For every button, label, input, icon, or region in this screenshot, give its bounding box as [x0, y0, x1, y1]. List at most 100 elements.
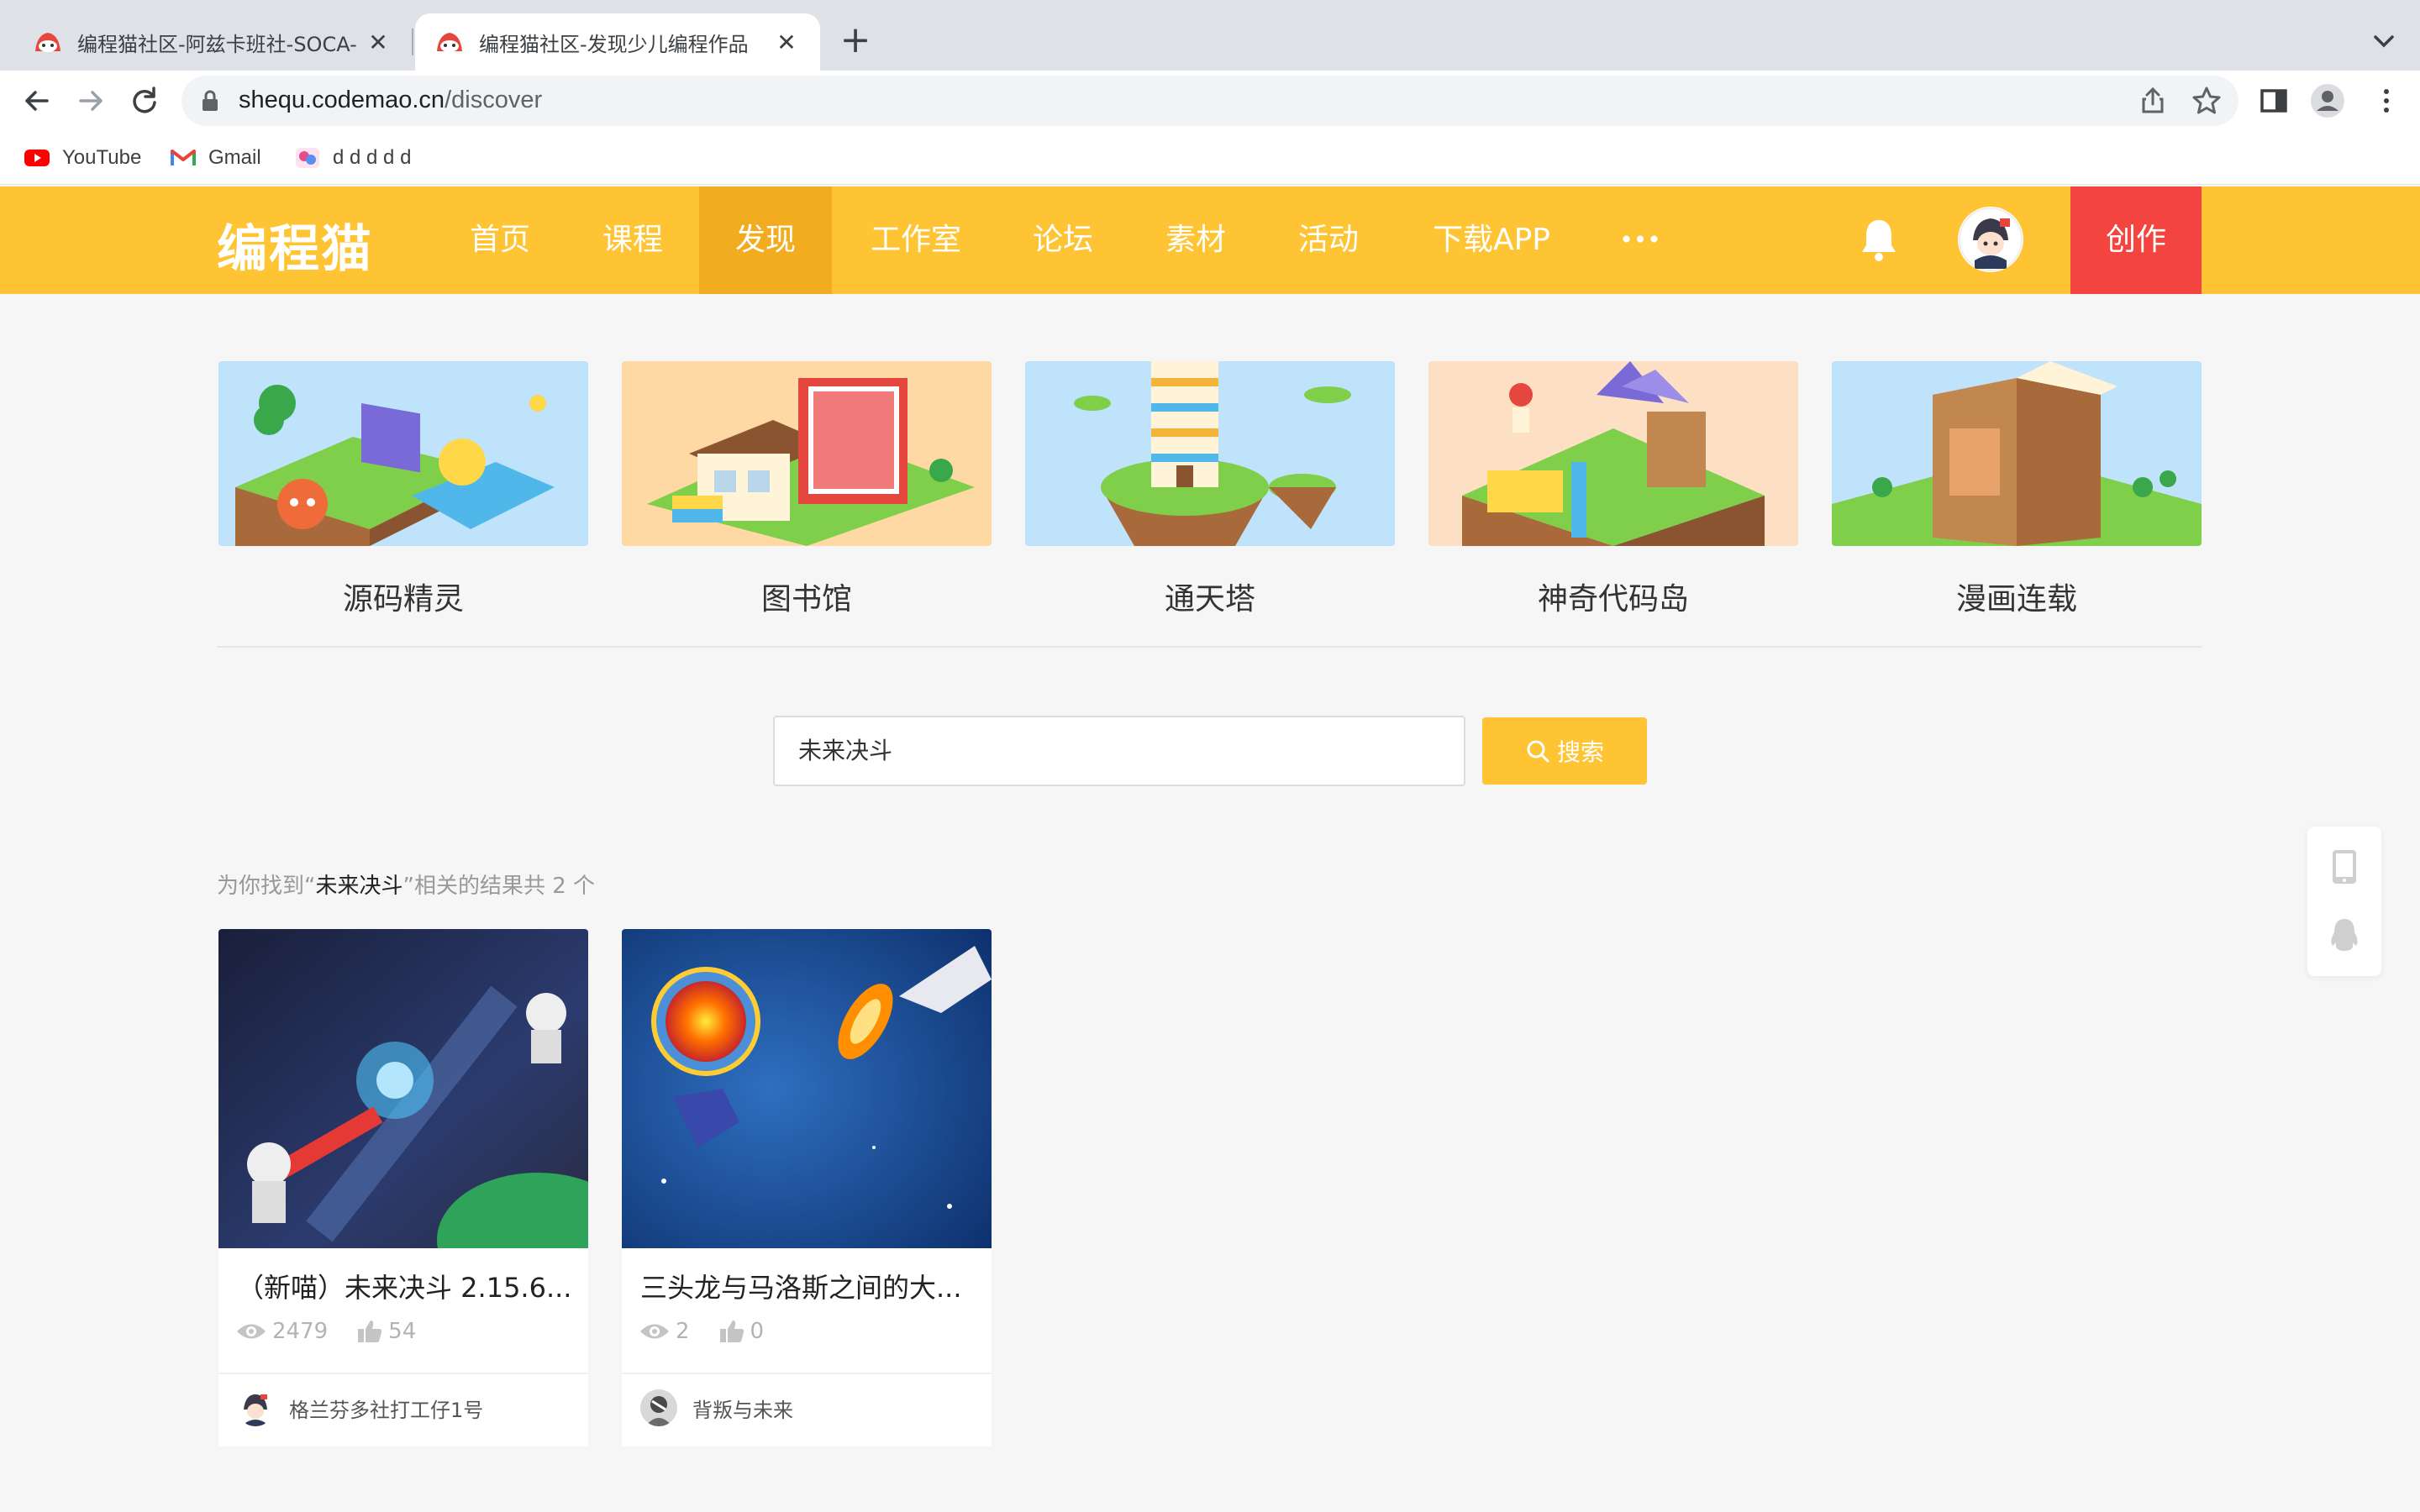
nav-materials[interactable]: 素材 — [1141, 186, 1250, 294]
forward-arrow-icon[interactable] — [69, 79, 113, 123]
bookmark-gmail[interactable]: Gmail — [170, 143, 261, 173]
work-card[interactable]: 三头龙与马洛斯之间的大... 2 0 背叛与未来 — [622, 929, 992, 1446]
share-icon[interactable] — [2136, 84, 2170, 118]
feature-label: 漫画连载 — [1955, 582, 2077, 617]
nav-events[interactable]: 活动 — [1274, 186, 1383, 294]
avatar-image-icon — [640, 1389, 677, 1426]
author-name: 背叛与未来 — [692, 1398, 793, 1422]
codemao-favicon-icon — [437, 33, 462, 52]
tablet-download-icon[interactable] — [2328, 848, 2361, 885]
back-arrow-icon[interactable] — [15, 79, 59, 123]
code-island-illustration-icon — [1428, 361, 1798, 546]
tab-title: 编程猫社区-发现少儿编程作品 — [479, 32, 749, 56]
new-tab-button[interactable]: + — [837, 18, 874, 66]
search-button[interactable]: 搜索 — [1482, 717, 1647, 785]
result-suffix: ”相关的结果共 2 个 — [402, 874, 596, 899]
view-count: 2 — [676, 1319, 690, 1344]
browser-tab[interactable]: 编程猫社区-阿兹卡班社-SOCA- ✕ — [13, 13, 412, 71]
author-avatar[interactable] — [237, 1389, 274, 1426]
qq-penguin-icon[interactable] — [2328, 917, 2361, 954]
address-bar[interactable]: shequ.codemao.cn/discover — [182, 76, 2238, 126]
feature-label: 源码精灵 — [342, 582, 464, 617]
nav-more-icon[interactable]: ••• — [1607, 186, 1674, 294]
nav-home[interactable]: 首页 — [445, 186, 555, 294]
work-thumbnail-dragon-battle — [622, 929, 992, 1248]
avatar-image-icon — [1959, 207, 2023, 271]
work-title[interactable]: （新喵）未来决斗 2.15.6... — [237, 1267, 573, 1305]
bookmark-label: Gmail — [208, 146, 261, 169]
browser-toolbar: shequ.codemao.cn/discover — [0, 71, 2420, 131]
result-count-text: 为你找到“未来决斗”相关的结果共 2 个 — [217, 869, 595, 900]
browser-tab-bar: 编程猫社区-阿兹卡班社-SOCA- ✕ 编程猫社区-发现少儿编程作品 ✕ + — [0, 0, 2420, 71]
bookmark-label: YouTube — [62, 146, 142, 169]
tab-separator — [412, 29, 413, 55]
lock-icon[interactable] — [200, 90, 220, 112]
feature-card-library[interactable]: 图书馆 — [622, 361, 992, 618]
work-card[interactable]: （新喵）未来决斗 2.15.6... 2479 54 格兰芬多社打工仔1号 — [218, 929, 588, 1446]
youtube-icon — [24, 150, 50, 166]
card-separator — [622, 1373, 992, 1374]
close-tab-icon[interactable]: ✕ — [773, 29, 800, 56]
work-thumbnail-future-duel — [218, 929, 588, 1307]
feature-card-code-island[interactable]: 神奇代码岛 — [1428, 361, 1798, 618]
comics-illustration-icon — [1832, 361, 2202, 546]
feature-card-tower[interactable]: 通天塔 — [1025, 361, 1395, 618]
nav-studio[interactable]: 工作室 — [849, 186, 983, 294]
thumbs-up-icon — [719, 1320, 744, 1342]
browser-tab-active[interactable]: 编程猫社区-发现少儿编程作品 ✕ — [415, 13, 820, 71]
work-stats: 2 0 — [639, 1319, 764, 1344]
reload-icon[interactable] — [123, 79, 166, 123]
view-count: 2479 — [272, 1319, 329, 1344]
feature-card-comics[interactable]: 漫画连载 — [1832, 361, 2202, 618]
url-host: shequ.codemao.cn — [239, 87, 445, 113]
author-name: 格兰芬多社打工仔1号 — [289, 1398, 484, 1422]
floating-toolbar — [2307, 827, 2381, 976]
bookmark-app[interactable]: d d d d d — [294, 143, 411, 173]
like-count: 0 — [750, 1319, 765, 1344]
profile-avatar-icon[interactable] — [2309, 82, 2346, 119]
feature-label: 神奇代码岛 — [1537, 582, 1689, 617]
bookmark-youtube[interactable]: YouTube — [24, 143, 141, 173]
url-text[interactable]: shequ.codemao.cn/discover — [239, 87, 542, 114]
url-path: /discover — [445, 87, 543, 113]
nav-forum[interactable]: 论坛 — [1008, 186, 1118, 294]
result-prefix: 为你找到“ — [217, 874, 316, 899]
nav-discover[interactable]: 发现 — [699, 186, 832, 294]
author-avatar[interactable] — [640, 1389, 677, 1426]
thumbs-up-icon — [358, 1320, 382, 1342]
nav-courses[interactable]: 课程 — [578, 186, 687, 294]
bookmarks-bar: YouTube Gmail d d d d d — [0, 131, 2420, 185]
section-divider — [217, 646, 2202, 648]
site-header: 编程猫 首页 课程 发现 工作室 论坛 素材 活动 下载APP ••• 创作 — [0, 186, 2420, 294]
source-sprite-illustration-icon — [218, 361, 588, 546]
bell-icon[interactable] — [1859, 217, 1899, 264]
star-bookmark-icon[interactable] — [2190, 84, 2223, 118]
work-title[interactable]: 三头龙与马洛斯之间的大... — [640, 1267, 976, 1305]
bookmark-label: d d d d d — [333, 146, 412, 169]
nav-download-app[interactable]: 下载APP — [1420, 186, 1563, 294]
more-menu-icon[interactable] — [2368, 82, 2405, 119]
chevron-down-icon[interactable] — [2363, 20, 2405, 62]
search-input[interactable]: 未来决斗 — [773, 716, 1465, 786]
search-icon — [1527, 740, 1549, 763]
avatar-image-icon — [237, 1389, 274, 1426]
work-author[interactable]: 格兰芬多社打工仔1号 — [237, 1389, 483, 1426]
eye-icon — [640, 1324, 669, 1339]
site-logo[interactable]: 编程猫 — [217, 208, 373, 281]
user-avatar[interactable] — [1958, 207, 2023, 272]
card-separator — [218, 1373, 588, 1374]
feature-label: 图书馆 — [760, 582, 852, 617]
tower-illustration-icon — [1025, 361, 1395, 546]
feature-label: 通天塔 — [1164, 582, 1255, 617]
work-stats: 2479 54 — [235, 1319, 416, 1344]
side-panel-icon[interactable] — [2255, 82, 2292, 119]
create-button[interactable]: 创作 — [2070, 186, 2202, 294]
like-count: 54 — [388, 1319, 417, 1344]
tab-title: 编程猫社区-阿兹卡班社-SOCA- — [77, 32, 357, 56]
eye-icon — [237, 1324, 266, 1339]
work-author[interactable]: 背叛与未来 — [640, 1389, 793, 1426]
codemao-favicon-icon — [35, 33, 60, 52]
feature-card-source-sprite[interactable]: 源码精灵 — [218, 361, 588, 618]
close-tab-icon[interactable]: ✕ — [365, 29, 392, 56]
gmail-icon — [171, 150, 196, 165]
